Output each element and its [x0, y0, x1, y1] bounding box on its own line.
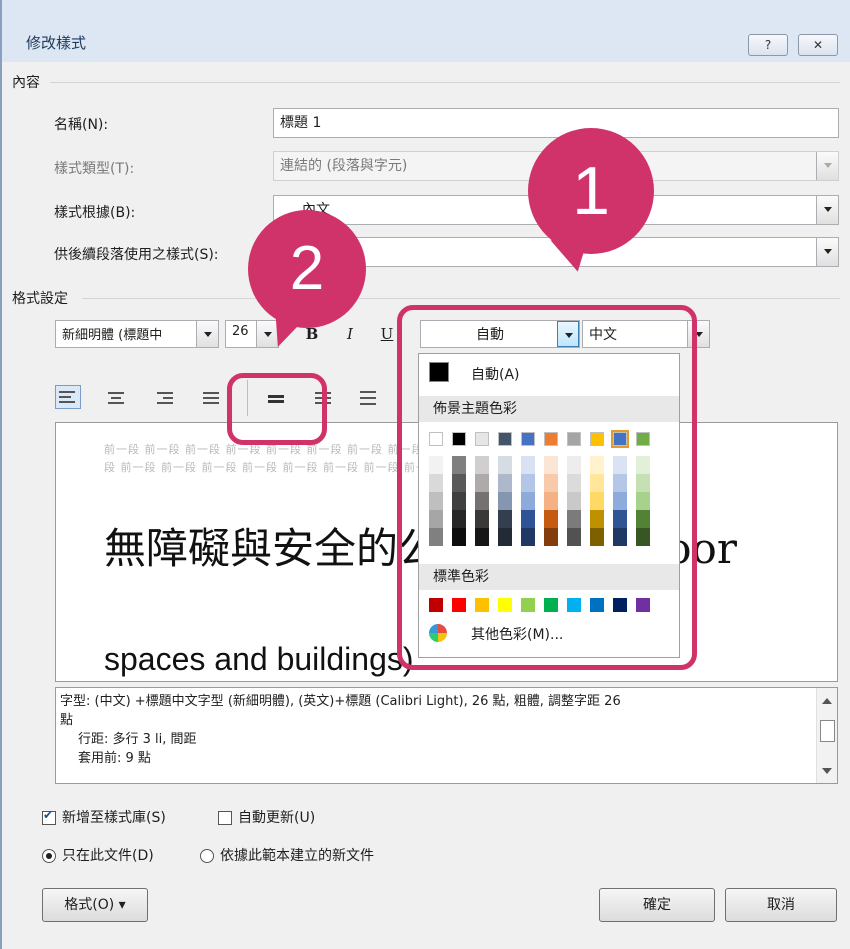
description-line4: 套用前: 9 點 [78, 751, 151, 766]
description-line1: 字型: (中文) +標題中文字型 (新細明體), (英文)+標題 (Calibr… [60, 694, 621, 709]
help-button[interactable]: ? [748, 34, 788, 56]
align-center-icon[interactable] [105, 388, 129, 408]
description-line3: 行距: 多行 3 li, 間距 [78, 732, 197, 747]
callout-pointer-1 [550, 232, 598, 276]
content-divider [50, 82, 840, 83]
close-button[interactable]: ✕ [798, 34, 838, 56]
scroll-thumb[interactable] [820, 720, 835, 742]
this-document-radio[interactable] [42, 849, 56, 863]
font-dropdown-arrow-icon[interactable] [196, 321, 218, 347]
underline-button[interactable]: U [377, 325, 397, 343]
content-group-label: 內容 [12, 75, 40, 91]
style-description: 字型: (中文) +標題中文字型 (新細明體), (英文)+標題 (Calibr… [55, 687, 838, 784]
title-bar: 修改樣式 ? ✕ [2, 0, 850, 62]
new-documents-radio[interactable] [200, 849, 214, 863]
based-on-dropdown-arrow-icon[interactable] [816, 196, 838, 224]
add-to-gallery-label: 新增至樣式庫(S) [62, 810, 166, 826]
style-type-value: 連結的 (段落與字元) [280, 158, 408, 174]
font-select[interactable]: 新細明體 (標題中 [55, 320, 219, 348]
callout-ring-color [397, 305, 697, 670]
following-style-label: 供後續段落使用之樣式(S): [54, 247, 219, 263]
description-scrollbar[interactable] [816, 688, 837, 783]
name-label: 名稱(N): [54, 117, 109, 133]
following-style-dropdown-arrow-icon[interactable] [816, 238, 838, 266]
this-document-label: 只在此文件(D) [62, 848, 154, 864]
font-value: 新細明體 (標題中 [62, 328, 163, 343]
name-input[interactable]: 標題 1 [273, 108, 839, 138]
style-type-dropdown-arrow-icon [816, 152, 838, 180]
double-spacing-icon[interactable] [357, 388, 381, 408]
format-menu-button[interactable]: 格式(O) ▾ [42, 888, 148, 922]
align-left-icon[interactable] [55, 385, 81, 409]
add-to-gallery-checkbox[interactable]: ✔ [42, 808, 56, 825]
preview-heading-text-line2: spaces and buildings) [104, 641, 414, 677]
scroll-down-icon[interactable] [822, 768, 832, 774]
new-documents-label: 依據此範本建立的新文件 [220, 848, 374, 864]
style-type-label: 樣式類型(T): [54, 161, 135, 177]
ok-button[interactable]: 確定 [599, 888, 715, 922]
font-size-value: 26 [232, 324, 249, 339]
auto-update-checkbox[interactable] [218, 811, 232, 825]
scroll-up-icon[interactable] [822, 698, 832, 704]
callout-ring-spacing [227, 373, 327, 445]
description-line2: 點 [60, 713, 74, 728]
auto-update-label: 自動更新(U) [238, 810, 316, 826]
format-group-label: 格式設定 [12, 291, 68, 307]
based-on-label: 樣式根據(B): [54, 205, 136, 221]
callout-badge-2: 2 [248, 210, 366, 328]
window-title: 修改樣式 [26, 34, 87, 52]
align-justify-icon[interactable] [200, 388, 224, 408]
italic-button[interactable]: I [340, 325, 360, 343]
callout-badge-1: 1 [528, 128, 654, 254]
modify-style-dialog: 修改樣式 ? ✕ 內容 名稱(N): 標題 1 樣式類型(T): 連結的 (段落… [0, 0, 850, 949]
format-divider [82, 298, 840, 299]
align-right-icon[interactable] [154, 388, 178, 408]
cancel-button[interactable]: 取消 [725, 888, 837, 922]
